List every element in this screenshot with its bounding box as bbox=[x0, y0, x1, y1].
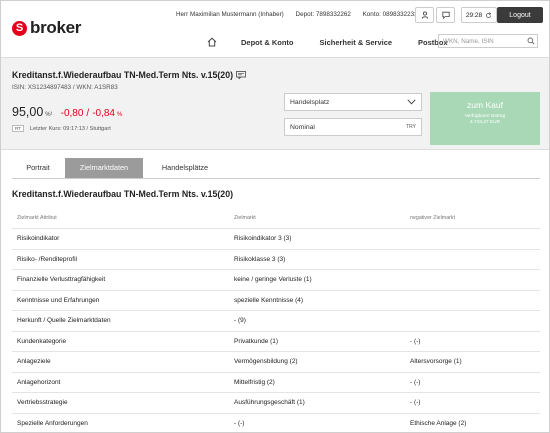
target-market-cell: Privatkunde (1) bbox=[234, 337, 279, 345]
logo[interactable]: S broker bbox=[12, 18, 81, 38]
security-title-text: Kreditanst.f.Wiederaufbau TN-Med.Term Nt… bbox=[12, 70, 234, 80]
attribute-cell: Kenntnisse und Erfahrungen bbox=[17, 296, 100, 304]
table-row: Vertriebsstrategie Ausführungsgeschäft (1… bbox=[12, 392, 540, 413]
search-input[interactable]: WKN, Name, ISIN bbox=[438, 34, 538, 48]
negative-target-market-cell: - (-) bbox=[410, 337, 421, 345]
target-market-cell: keine / geringe Verluste (1) bbox=[234, 276, 312, 283]
logout-button[interactable]: Logout bbox=[497, 7, 543, 23]
content-title: Kreditanst.f.Wiederaufbau TN-Med.Term Nt… bbox=[12, 189, 234, 199]
negative-target-market-cell: - (-) bbox=[410, 399, 421, 406]
target-market-cell: Risikoindikator 3 (3) bbox=[234, 235, 292, 242]
depot-number: Depot: 7898332262 bbox=[295, 11, 351, 18]
price-row: 95,00 %¹ -0,80 / -0,84 % bbox=[12, 105, 122, 119]
attribute-cell: Kundenkategorie bbox=[17, 337, 67, 345]
target-market-cell: - (9) bbox=[234, 317, 246, 324]
last-price-info: RT Letzter Kurs: 09:17:13 / Stuttgart bbox=[12, 125, 111, 132]
attribute-cell: Risikoindikator bbox=[17, 235, 60, 242]
available-amount: 3.719,47 EUR bbox=[469, 120, 501, 125]
sparkasse-logo-icon: S bbox=[12, 20, 27, 36]
home-link[interactable] bbox=[207, 37, 219, 47]
table-row: Spezielle Anforderungen - (-) Ethische Anl… bbox=[12, 412, 540, 433]
last-price-text: Letzter Kurs: 09:17:13 / Stuttgart bbox=[29, 125, 111, 132]
target-market-cell: spezielle Kenntnisse (4) bbox=[234, 296, 304, 304]
negative-target-market-cell: Ethische Anlage (2) bbox=[410, 419, 467, 427]
app-frame: S broker Herr Maximilian Mustermann (Inh… bbox=[0, 0, 550, 433]
price-unit: %¹ bbox=[45, 112, 53, 118]
tab-portrait[interactable]: Portrait bbox=[12, 158, 64, 178]
tab-handelsplaetze[interactable]: Handelsplätze bbox=[146, 158, 224, 178]
search-placeholder: WKN, Name, ISIN bbox=[443, 37, 494, 45]
user-icon bbox=[421, 11, 428, 19]
buy-label: zum Kauf bbox=[467, 100, 503, 110]
table-row: Kundenkategorie Privatkunde (1) - (-) bbox=[12, 330, 540, 352]
nav-item-sicherheit-service[interactable]: Sicherheit & Service bbox=[320, 38, 393, 47]
profile-button[interactable] bbox=[415, 7, 434, 23]
table-row: Risikoindikator Risikoindikator 3 (3) bbox=[12, 228, 540, 249]
chat-icon bbox=[441, 11, 450, 19]
price: 95,00 bbox=[12, 105, 44, 119]
negative-target-market-cell: Altersvorsorge (1) bbox=[410, 358, 462, 365]
column-header-negative-target-market: negativer Zielmarkt bbox=[410, 215, 456, 221]
table-header: Zielmarkt Attribut Zielmarkt negativer Z… bbox=[12, 209, 540, 228]
konto-number: Konto: 0898332233 bbox=[362, 11, 418, 18]
refresh-icon bbox=[486, 11, 492, 18]
main-nav: Depot & Konto Sicherheit & Service Postb… bbox=[207, 36, 474, 48]
table-row: Risiko- /Renditeprofil Risikoklasse 3 (3) bbox=[12, 248, 540, 270]
attribute-cell: Anlageziele bbox=[17, 358, 51, 365]
chevron-down-icon bbox=[407, 99, 416, 105]
currency-code: TRY bbox=[406, 124, 416, 130]
attribute-cell: Anlagehorizont bbox=[17, 378, 61, 386]
table-body: Risikoindikator Risikoindikator 3 (3) Risi… bbox=[12, 228, 540, 433]
search-icon[interactable] bbox=[525, 37, 537, 45]
comment-icon[interactable] bbox=[236, 71, 246, 79]
attribute-cell: Herkunft / Quelle Zielmarktdaten bbox=[17, 317, 111, 324]
target-market-cell: - (-) bbox=[234, 419, 245, 427]
nav-item-depot-konto[interactable]: Depot & Konto bbox=[241, 38, 294, 47]
target-market-cell: Ausführungsgeschäft (1) bbox=[234, 399, 305, 406]
available-amount-label: Verfügbarer Betrag bbox=[464, 114, 506, 119]
attribute-cell: Spezielle Anforderungen bbox=[17, 419, 88, 427]
logo-text: broker bbox=[30, 18, 82, 37]
column-header-target-market: Zielmarkt bbox=[234, 215, 256, 221]
table-row: Anlageziele Vermögensbildung (2) Altersvor… bbox=[12, 351, 540, 372]
security-ids: ISIN: XS1234897483 / WKN: A1SR83 bbox=[12, 84, 118, 91]
tab-zielmarktdaten[interactable]: Zielmarktdaten bbox=[65, 158, 143, 178]
nominal-input[interactable]: Nominal TRY bbox=[284, 118, 422, 136]
tab-bar: Portrait Zielmarktdaten Handelsplätze bbox=[12, 158, 540, 179]
table-row: Kenntnisse und Erfahrungen spezielle Kenn… bbox=[12, 289, 540, 311]
negative-target-market-cell: - (-) bbox=[410, 378, 421, 386]
table-row: Finanzielle Verlusttragfähigkeit keine / … bbox=[12, 269, 540, 290]
attribute-cell: Vertriebsstrategie bbox=[17, 399, 68, 406]
session-timer-button[interactable]: 29:28 bbox=[461, 7, 497, 23]
buy-button[interactable]: zum Kauf Verfügbarer Betrag 3.719,47 EUR bbox=[430, 92, 540, 145]
trading-place-label: Handelsplatz bbox=[290, 98, 330, 106]
target-market-table: Zielmarkt Attribut Zielmarkt negativer Z… bbox=[12, 209, 540, 433]
percent-sign: % bbox=[117, 112, 123, 118]
trading-place-select[interactable]: Handelsplatz bbox=[284, 93, 422, 111]
messages-button[interactable] bbox=[436, 7, 455, 23]
security-summary: Kreditanst.f.Wiederaufbau TN-Med.Term Nt… bbox=[1, 58, 549, 150]
target-market-cell: Mittelfristig (2) bbox=[234, 378, 275, 386]
home-icon bbox=[207, 37, 217, 47]
user-name: Herr Maximilian Mustermann (Inhaber) bbox=[176, 11, 284, 18]
change-absolute: -0,80 bbox=[60, 108, 84, 119]
attribute-cell: Risiko- /Renditeprofil bbox=[17, 255, 77, 263]
target-market-cell: Risikoklasse 3 (3) bbox=[234, 255, 286, 263]
nominal-label: Nominal bbox=[290, 123, 315, 131]
target-market-cell: Vermögensbildung (2) bbox=[234, 358, 298, 365]
session-timer: 29:28 bbox=[465, 11, 483, 19]
change-percent: -0,84 bbox=[92, 108, 115, 119]
attribute-cell: Finanzielle Verlusttragfähigkeit bbox=[17, 276, 106, 283]
realtime-badge: RT bbox=[12, 125, 24, 132]
table-row: Anlagehorizont Mittelfristig (2) - (-) bbox=[12, 371, 540, 393]
change-separator: / bbox=[86, 108, 90, 119]
column-header-attribute: Zielmarkt Attribut bbox=[17, 215, 57, 221]
header: S broker Herr Maximilian Mustermann (Inh… bbox=[1, 1, 549, 58]
table-row: Herkunft / Quelle Zielmarktdaten - (9) bbox=[12, 310, 540, 331]
user-info: Herr Maximilian Mustermann (Inhaber) Dep… bbox=[176, 11, 428, 18]
security-title: Kreditanst.f.Wiederaufbau TN-Med.Term Nt… bbox=[12, 70, 246, 80]
